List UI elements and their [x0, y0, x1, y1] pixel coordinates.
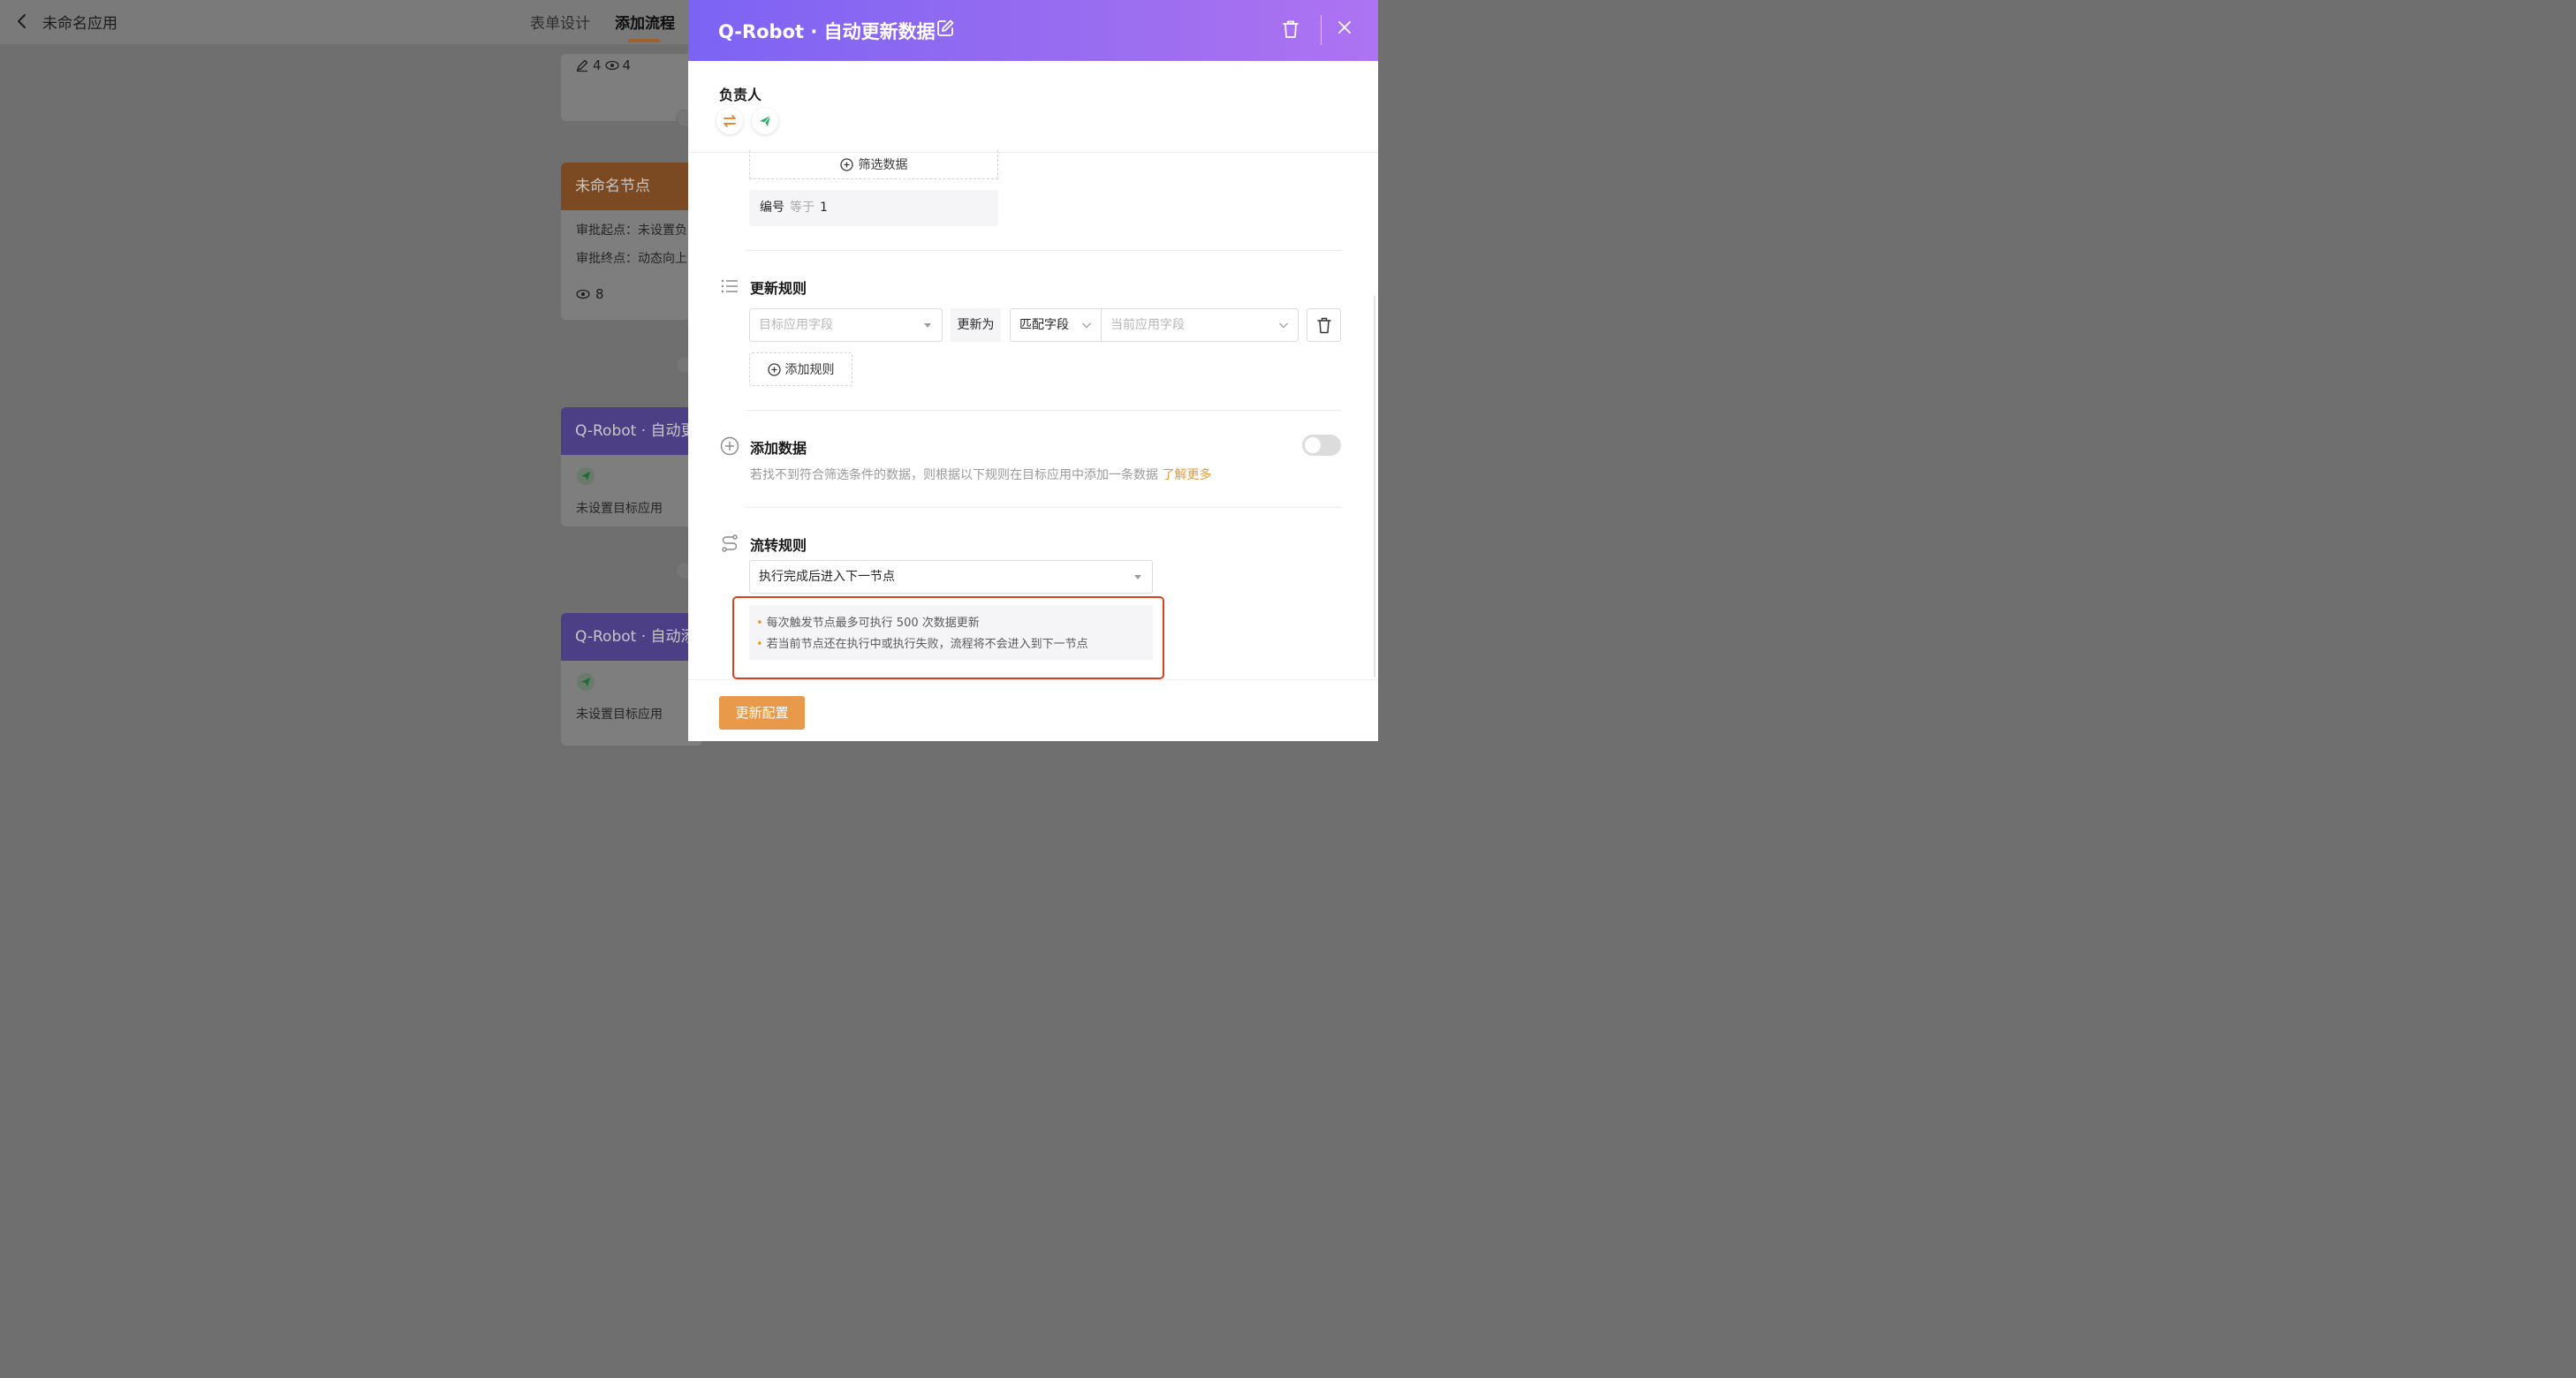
plus-circle-icon [839, 157, 853, 171]
node-approval-end: 审批终点：动态向上 [576, 252, 687, 266]
match-mode-select[interactable]: 匹配字段 [1010, 308, 1102, 342]
scrollbar[interactable] [1374, 296, 1375, 678]
flow-rules-title: 流转规则 [750, 537, 807, 554]
eye-icon [576, 289, 590, 299]
update-rules-title: 更新规则 [750, 280, 807, 297]
node-title: Q-Robot · 自动添加数据 [561, 613, 702, 661]
chevron-down-icon [1082, 322, 1091, 329]
send-icon [577, 467, 595, 485]
edit-icon [576, 59, 588, 72]
close-icon[interactable] [1337, 20, 1352, 34]
back-arrow-icon[interactable] [12, 11, 32, 31]
flow-node-card[interactable]: Q-Robot · 自动更新数据 未设置目标应用 [561, 407, 702, 526]
plus-circle-icon [767, 362, 781, 376]
filter-data-label: 筛选数据 [858, 158, 908, 172]
send-icon[interactable] [752, 108, 778, 134]
condition-field: 编号 [760, 201, 784, 215]
filter-data-button[interactable]: 筛选数据 [749, 150, 998, 179]
section-divider [746, 250, 1342, 251]
flow-canvas: 4 4 未命名节点 审批起点：未设置负 审批终点：动态向上 8 Q-Robot … [0, 45, 702, 746]
flow-node-card[interactable]: 未命名节点 审批起点：未设置负 审批终点：动态向上 8 [561, 163, 702, 320]
add-data-description: 若找不到符合筛选条件的数据，则根据以下规则在目标应用中添加一条数据 了解更多 [750, 466, 1211, 483]
tab-form-design[interactable]: 表单设计 [530, 11, 590, 33]
chevron-down-icon [1279, 322, 1288, 329]
view-count: 4 [622, 57, 632, 73]
add-data-description-text: 若找不到符合筛选条件的数据，则根据以下规则在目标应用中添加一条数据 [750, 468, 1158, 482]
flow-node-card[interactable]: Q-Robot · 自动添加数据 未设置目标应用 [561, 613, 702, 746]
condition-value: 1 [820, 201, 828, 215]
drawer-header: Q-Robot · 自动更新数据 [688, 0, 1378, 61]
edit-title-icon[interactable] [936, 19, 955, 38]
update-to-label: 更新为 [951, 308, 1001, 342]
node-stats: 8 [561, 286, 702, 302]
target-field-placeholder: 目标应用字段 [759, 318, 833, 332]
app-title: 未命名应用 [42, 15, 117, 33]
current-field-placeholder: 当前应用字段 [1110, 318, 1185, 332]
target-field-select[interactable]: 目标应用字段 [749, 308, 943, 342]
section-divider [746, 410, 1342, 411]
delete-rule-button[interactable] [1307, 308, 1341, 342]
add-data-title: 添加数据 [750, 440, 807, 457]
toggle-knob [1305, 437, 1321, 453]
node-approval-start: 审批起点：未设置负 [576, 223, 687, 238]
condition-operator: 等于 [790, 201, 814, 215]
caret-down-icon [924, 323, 931, 328]
highlight-box [732, 596, 1164, 679]
node-status: 未设置目标应用 [576, 708, 663, 722]
current-field-select[interactable]: 当前应用字段 [1101, 308, 1299, 342]
node-config-drawer: Q-Robot · 自动更新数据 负责人 筛选数据 编号 等于 1 更新规则 目… [688, 0, 1378, 741]
owner-label: 负责人 [719, 87, 762, 103]
node-title: 未命名节点 [561, 163, 702, 210]
flow-rule-value: 执行完成后进入下一节点 [759, 570, 895, 584]
list-icon [721, 279, 738, 293]
plus-circle-icon [720, 436, 739, 456]
swap-icon[interactable] [716, 108, 743, 134]
flow-route-icon [722, 534, 738, 552]
add-data-toggle[interactable] [1302, 435, 1341, 456]
match-mode-value: 匹配字段 [1019, 318, 1069, 332]
tab-add-flow[interactable]: 添加流程 [615, 11, 675, 33]
node-stats: 4 4 [575, 57, 631, 73]
node-status: 未设置目标应用 [576, 502, 663, 516]
header-divider [1321, 15, 1322, 45]
edit-count: 4 [593, 57, 602, 73]
caret-down-icon [1134, 575, 1141, 579]
view-count: 8 [595, 286, 604, 302]
section-divider [746, 507, 1342, 508]
trash-icon [1317, 317, 1331, 334]
save-config-button[interactable]: 更新配置 [719, 696, 805, 730]
learn-more-link[interactable]: 了解更多 [1162, 468, 1211, 482]
flow-rule-select[interactable]: 执行完成后进入下一节点 [749, 560, 1153, 594]
drawer-title: Q-Robot · 自动更新数据 [718, 21, 936, 42]
node-title: Q-Robot · 自动更新数据 [561, 407, 702, 455]
add-rule-button[interactable]: 添加规则 [749, 352, 852, 386]
delete-node-icon[interactable] [1282, 19, 1299, 39]
filter-condition[interactable]: 编号 等于 1 [749, 190, 998, 226]
send-icon [577, 673, 595, 691]
footer-divider [688, 679, 1378, 680]
active-tab-indicator [628, 39, 660, 42]
add-rule-label: 添加规则 [784, 363, 835, 377]
eye-icon [604, 60, 619, 71]
